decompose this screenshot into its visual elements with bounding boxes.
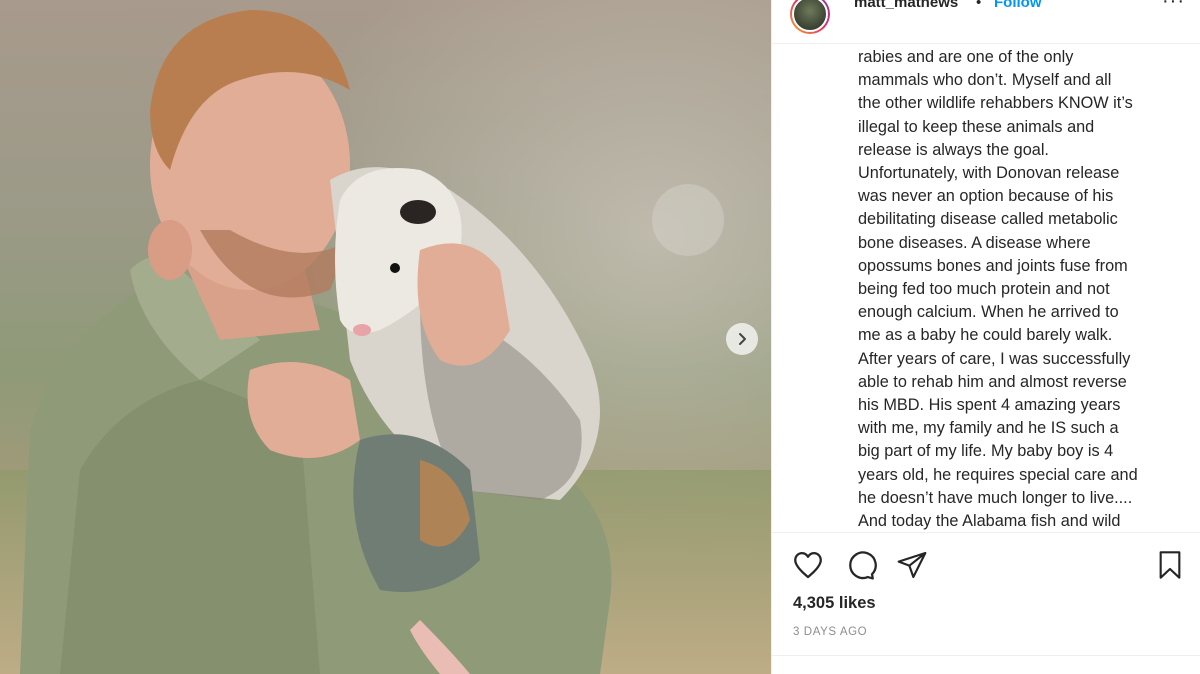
post-caption: rabies and are one of the only mammals wh…	[858, 46, 1178, 530]
caption-line: release is always the goal.	[858, 140, 1049, 159]
next-photo-button[interactable]	[726, 323, 758, 355]
avatar[interactable]	[790, 0, 830, 34]
header-separator: •	[976, 0, 982, 11]
caption-line: rabies and are one of the only	[858, 48, 1074, 66]
photo-illustration	[0, 0, 771, 674]
more-options-button[interactable]: ···	[1162, 0, 1185, 13]
caption-line: mammals who don’t. Myself and all	[858, 71, 1112, 90]
caption-line: debilitating disease called metabolic	[858, 210, 1118, 229]
share-button[interactable]	[894, 547, 930, 583]
caption-line: bone diseases. A disease where	[858, 233, 1091, 252]
post-header: matt_mathews • Follow ···	[772, 0, 1200, 44]
bookmark-icon	[1159, 551, 1181, 579]
caption-line: the other wildlife rehabbers KNOW it’s	[858, 94, 1133, 113]
caption-line: me as a baby he could barely walk.	[858, 326, 1113, 345]
likes-count[interactable]: 4,305 likes	[793, 594, 876, 613]
post-actions: 4,305 likes 3 DAYS AGO	[772, 532, 1200, 674]
comment-icon	[849, 551, 877, 580]
post-sidebar: matt_mathews • Follow ··· rabies and are…	[771, 0, 1200, 674]
caption-line: enough calcium. When he arrived to	[858, 303, 1119, 322]
caption-line: After years of care, I was successfully	[858, 349, 1131, 368]
caption-line: opossums bones and joints fuse from	[858, 256, 1128, 275]
caption-line: big part of my life. My baby boy is 4	[858, 442, 1114, 461]
post-photo	[0, 0, 771, 674]
like-button[interactable]	[790, 547, 826, 583]
caption-line: was never an option because of his	[858, 187, 1114, 206]
follow-button[interactable]: Follow	[994, 0, 1042, 11]
heart-icon	[794, 551, 822, 579]
caption-line: Unfortunately, with Donovan release	[858, 164, 1120, 183]
caption-line: And today the Alabama fish and wild	[858, 512, 1121, 530]
post-timestamp[interactable]: 3 DAYS AGO	[793, 626, 867, 638]
comment-bar-divider	[772, 655, 1200, 674]
chevron-right-icon	[739, 333, 746, 345]
caption-line: with me, my family and he IS such a	[858, 419, 1119, 438]
share-icon	[897, 551, 927, 579]
caption-line: years old, he requires special care and	[858, 465, 1138, 484]
save-button[interactable]	[1152, 547, 1188, 583]
comment-button[interactable]	[842, 547, 878, 583]
caption-line: able to rehab him and almost reverse	[858, 372, 1127, 391]
caption-line: illegal to keep these animals and	[858, 117, 1095, 136]
caption-line: being fed too much protein and not	[858, 280, 1110, 299]
caption-line: his MBD. His spent 4 amazing years	[858, 396, 1121, 415]
username-link[interactable]: matt_mathews	[854, 0, 958, 11]
caption-line: he doesn’t have much longer to live....	[858, 488, 1133, 507]
